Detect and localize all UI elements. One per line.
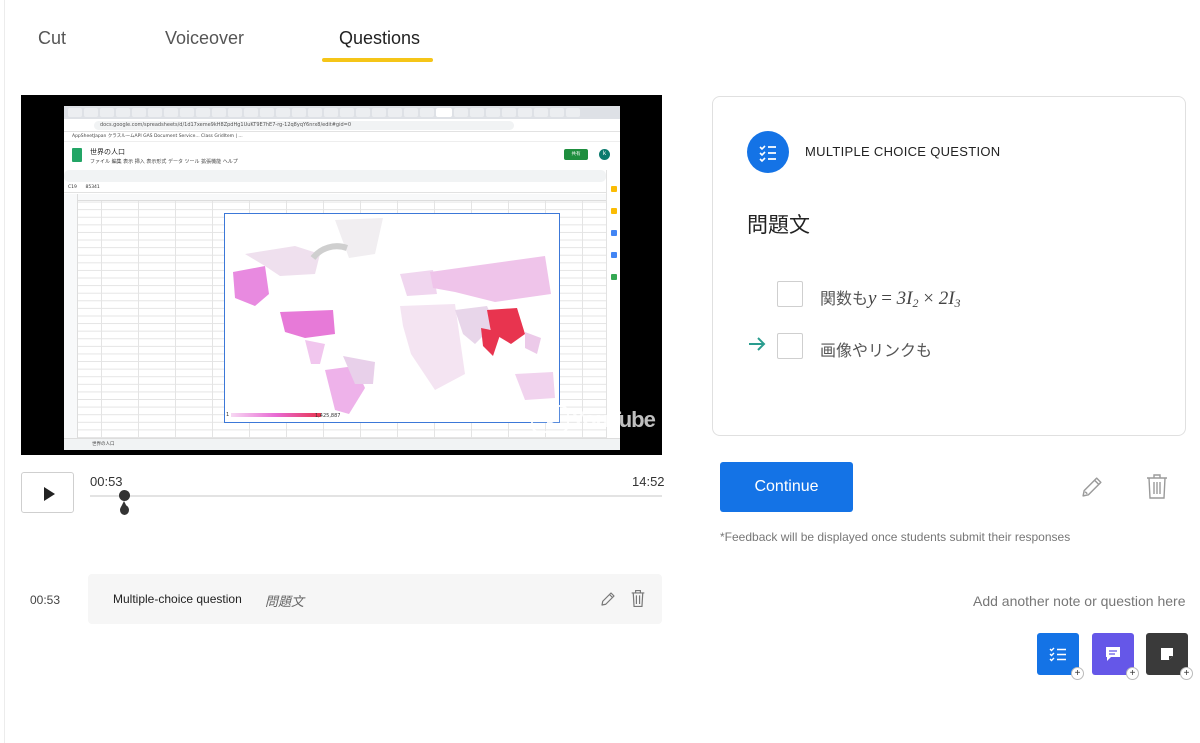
question-prompt: 問題文 <box>747 214 810 237</box>
map-legend-max: 1,425,887 <box>315 413 341 419</box>
question-card: MULTIPLE CHOICE QUESTION 問題文 関数もy = 3I2 … <box>712 96 1186 436</box>
add-note-button[interactable]: + <box>1146 633 1193 680</box>
youtube-logo-icon <box>531 405 569 433</box>
trash-icon[interactable] <box>1146 473 1168 500</box>
checklist-icon <box>1049 647 1066 662</box>
choice-label: 関数もy = 3I2 × 2I3 <box>820 285 961 311</box>
map-legend-min: 1 <box>226 412 230 418</box>
add-open-question-button[interactable]: + <box>1092 633 1139 680</box>
entry-type: Multiple-choice question <box>113 592 242 606</box>
entry-text: 問題文 <box>265 594 305 609</box>
plus-badge: + <box>1071 667 1084 680</box>
tab-cut[interactable]: Cut <box>38 28 66 49</box>
add-note-hint: Add another note or question here <box>973 593 1186 609</box>
feedback-note: *Feedback will be displayed once student… <box>720 530 1071 544</box>
youtube-watermark: YouTube <box>571 407 656 432</box>
sheet-menu: ファイル 編集 表示 挿入 表示形式 データ ツール 拡張機能 ヘルプ <box>90 159 238 165</box>
browser-address-bar: docs.google.com/spreadsheets/d/1d17xeme9… <box>64 119 620 132</box>
world-map-graphic <box>233 218 555 414</box>
sheet-share-button: 共有 <box>564 149 588 160</box>
tab-voiceover[interactable]: Voiceover <box>165 28 244 49</box>
choice-item[interactable]: 関数もy = 3I2 × 2I3 <box>777 281 1157 311</box>
choice-checkbox[interactable] <box>777 333 803 359</box>
pencil-icon[interactable] <box>599 590 617 608</box>
choice-prefix: 関数も <box>820 291 869 308</box>
choice-label: 画像やリンクも <box>820 343 933 360</box>
play-button[interactable] <box>21 472 74 513</box>
sheet-side-panel <box>606 170 620 440</box>
pencil-icon[interactable] <box>1080 474 1105 499</box>
card-heading: MULTIPLE CHOICE QUESTION <box>805 144 1001 159</box>
sheet-formula-bar: C19 85341 <box>64 183 606 193</box>
sheet-toolbar <box>64 170 606 182</box>
sticky-note-icon <box>1161 648 1173 660</box>
sheet-tab-name: 世界の人口 <box>92 442 115 447</box>
plus-badge: + <box>1180 667 1193 680</box>
choice-checkbox[interactable] <box>777 281 803 307</box>
map-legend-scale <box>231 413 321 417</box>
cell-ref: C19 <box>68 185 77 190</box>
playhead-handle[interactable] <box>119 490 130 501</box>
total-time: 14:52 <box>632 474 665 489</box>
arrow-right-icon <box>749 337 766 351</box>
sheet-avatar: k <box>599 149 610 160</box>
bookmarks-bar: AppSheetJapan クラスルームAPI GAS Document Ser… <box>64 132 620 142</box>
left-divider <box>4 0 5 743</box>
choice-item[interactable]: 画像やリンクも <box>777 333 1157 361</box>
entry-time: 00:53 <box>30 593 61 607</box>
browser-tab-strip <box>64 106 620 119</box>
plus-badge: + <box>1126 667 1139 680</box>
checklist-icon <box>747 131 789 173</box>
continue-button[interactable]: Continue <box>720 462 853 512</box>
video-player[interactable]: docs.google.com/spreadsheets/d/1d17xeme9… <box>21 95 662 455</box>
question-marker-icon[interactable] <box>119 501 130 516</box>
video-frame-spreadsheet: docs.google.com/spreadsheets/d/1d17xeme9… <box>64 106 620 450</box>
tab-questions[interactable]: Questions <box>339 28 420 49</box>
active-tab-indicator <box>322 58 433 62</box>
cell-value: 85341 <box>85 185 100 190</box>
geo-chart: 1 1,425,887 <box>224 213 560 423</box>
current-time: 00:53 <box>90 474 123 489</box>
choice-math: y = 3I2 × 2I3 <box>868 288 961 310</box>
progress-track[interactable] <box>90 495 662 497</box>
browser-url: docs.google.com/spreadsheets/d/1d17xeme9… <box>94 121 514 130</box>
chat-icon <box>1106 647 1120 661</box>
add-multiple-choice-button[interactable]: + <box>1037 633 1084 680</box>
trash-icon[interactable] <box>630 589 646 608</box>
sheet-title: 世界の人口 <box>90 149 125 156</box>
sheet-tab-bar: 世界の人口 <box>64 438 620 450</box>
sheet-header: 世界の人口 ファイル 編集 表示 挿入 表示形式 データ ツール 拡張機能 ヘル… <box>64 142 620 170</box>
question-entry-row[interactable]: Multiple-choice question 問題文 <box>88 574 662 624</box>
sheets-logo-icon <box>72 148 82 162</box>
